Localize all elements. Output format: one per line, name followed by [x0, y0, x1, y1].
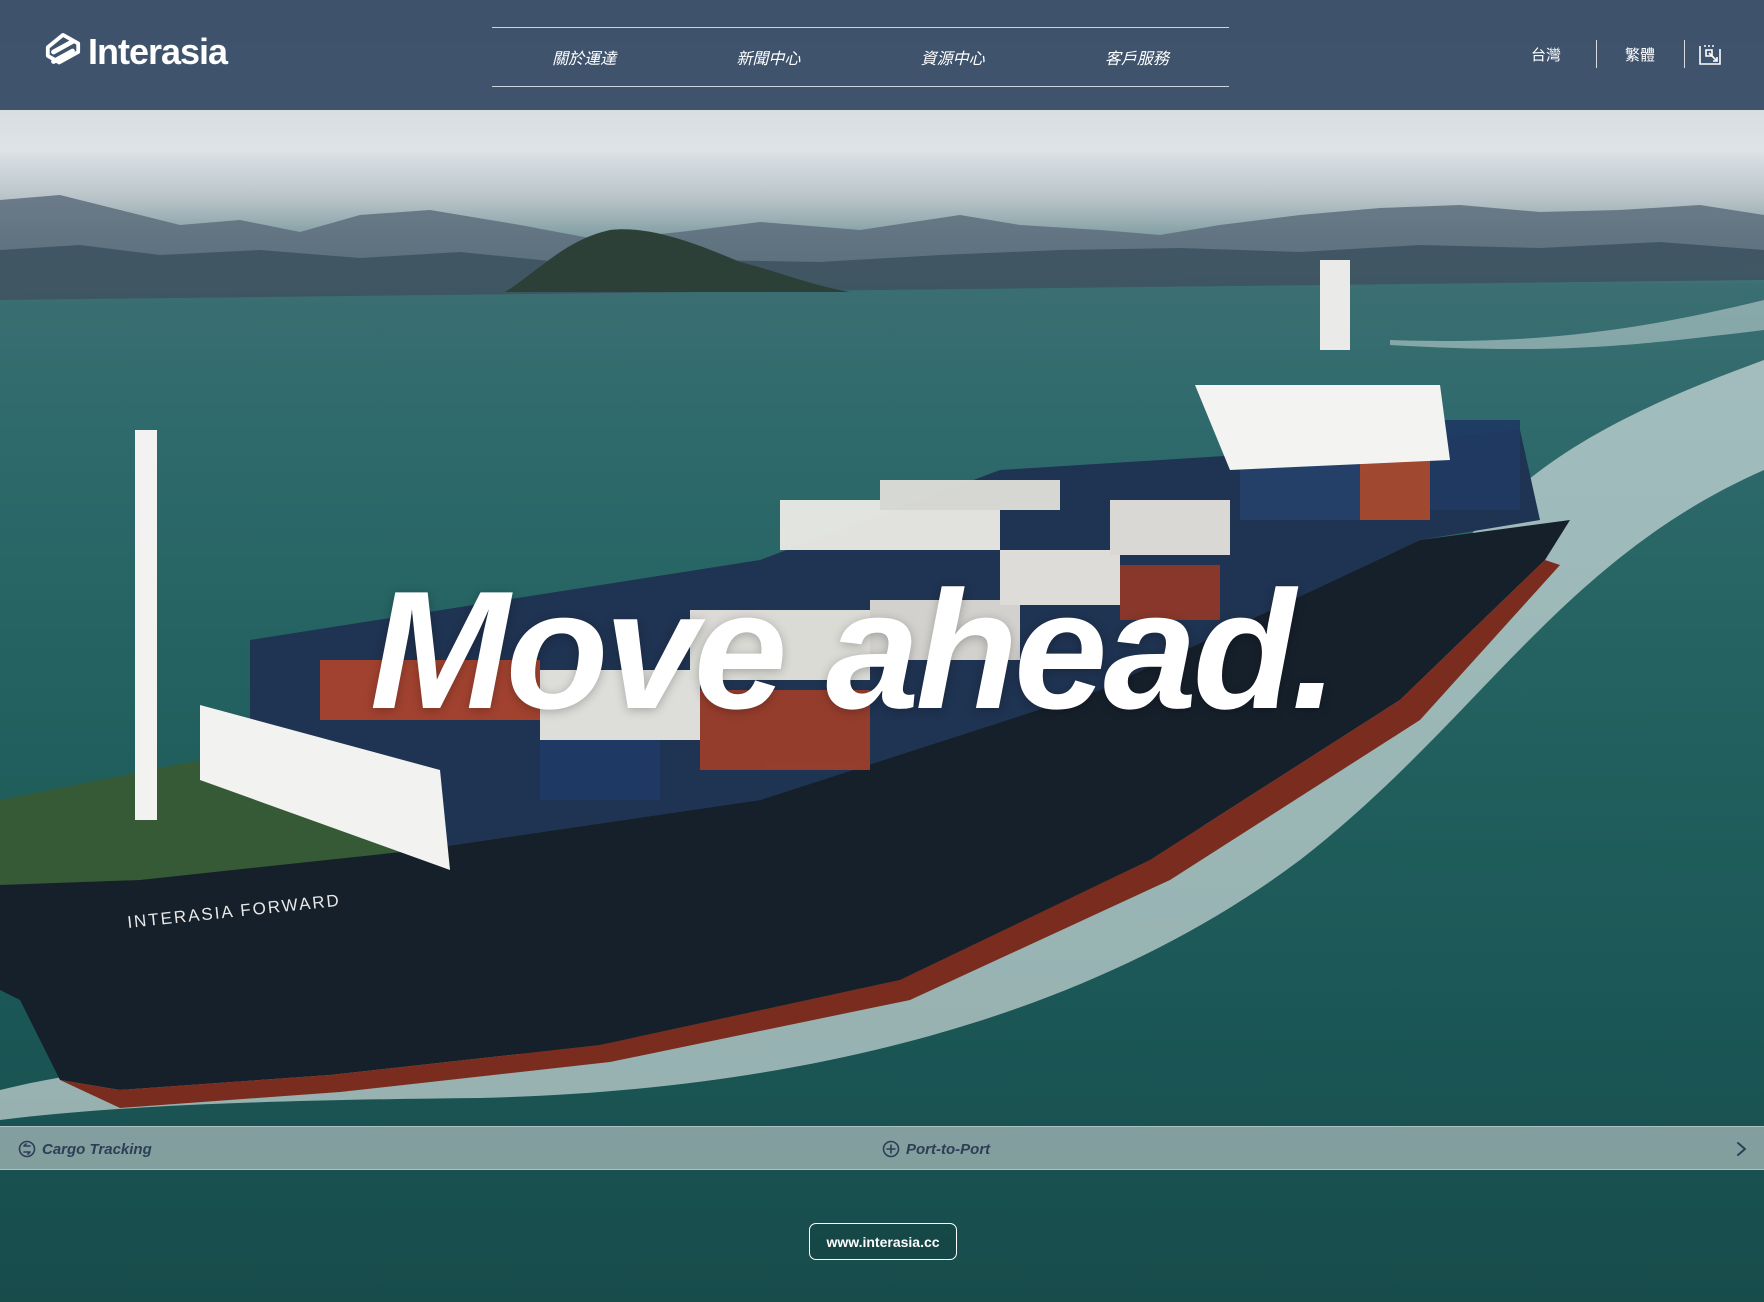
- port-to-port-label: Port-to-Port: [906, 1140, 991, 1158]
- thin-wake: [1390, 300, 1764, 350]
- hero-headline: Move ahead.: [369, 556, 1338, 744]
- site-header: Interasia 關於運達 新聞中心 資源中心 客戶服務 台灣 繁體: [0, 0, 1764, 110]
- nav-item-resources[interactable]: 資源中心: [881, 45, 1025, 69]
- cargo-tracking-label: Cargo Tracking: [42, 1140, 152, 1158]
- port-to-port-link[interactable]: Port-to-Port: [882, 1127, 990, 1171]
- main-nav: 關於運達 新聞中心 資源中心 客戶服務: [492, 27, 1229, 87]
- image-icon[interactable]: [1698, 44, 1722, 66]
- language-selector[interactable]: 繁體: [1625, 40, 1655, 70]
- mast: [1320, 260, 1350, 350]
- chevron-right-icon[interactable]: [1730, 1138, 1752, 1160]
- nav-item-customer-service[interactable]: 客戶服務: [1065, 45, 1209, 69]
- nav-item-news[interactable]: 新聞中心: [696, 45, 840, 69]
- region-selector[interactable]: 台灣: [1531, 40, 1561, 70]
- plus-circle-icon: [882, 1140, 900, 1158]
- brand-logo[interactable]: Interasia: [44, 30, 228, 74]
- divider: [1684, 40, 1685, 68]
- quick-access-bar: Cargo Tracking Port-to-Port: [0, 1126, 1764, 1170]
- website-url-link[interactable]: www.interasia.cc: [809, 1223, 957, 1260]
- brand-name: Interasia: [88, 31, 228, 72]
- divider: [1596, 40, 1597, 68]
- cargo-tracking-link[interactable]: Cargo Tracking: [18, 1127, 152, 1171]
- nav-item-about[interactable]: 關於運達: [512, 45, 656, 69]
- bridge-house: [1195, 385, 1450, 470]
- cargo-tracking-icon: [18, 1140, 36, 1158]
- interasia-logo-mark-icon: [45, 33, 81, 65]
